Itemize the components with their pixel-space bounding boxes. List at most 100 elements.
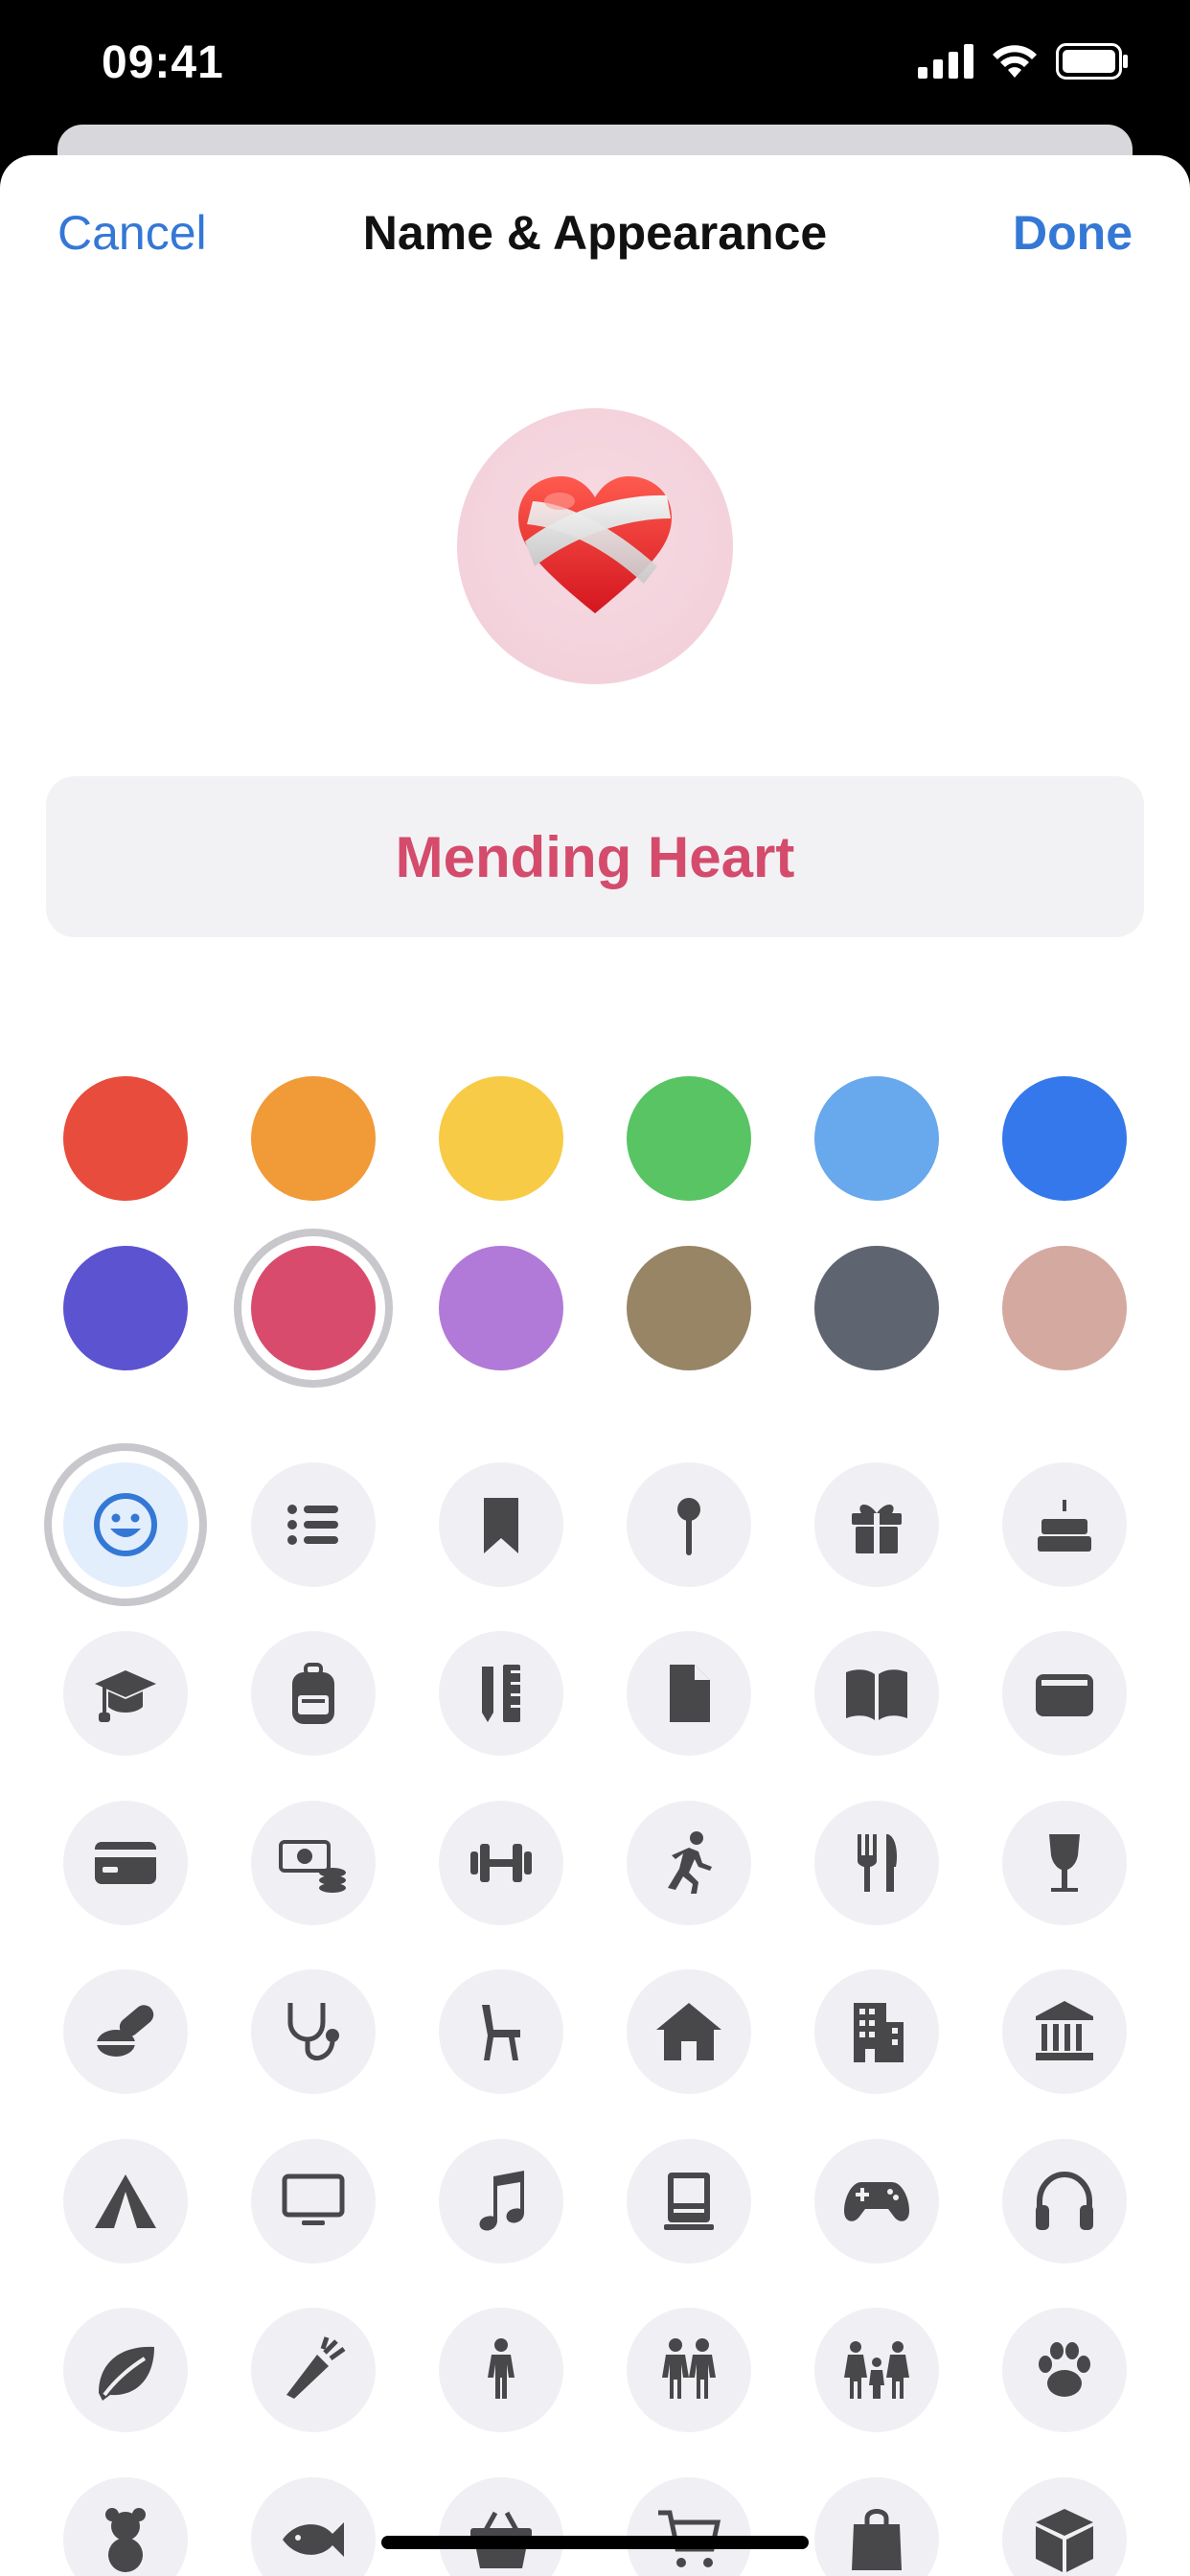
page-title: Name & Appearance xyxy=(362,206,828,260)
bookmark-option[interactable] xyxy=(439,1462,563,1587)
document-option[interactable] xyxy=(627,1631,751,1756)
computer-option[interactable] xyxy=(627,2139,751,2264)
credit-card-icon xyxy=(95,1842,156,1884)
smiley-face-option[interactable] xyxy=(63,1462,188,1587)
list-name-text: Mending Heart xyxy=(395,824,795,889)
running-person-icon xyxy=(668,1831,712,1894)
carrot-icon xyxy=(286,2336,346,2399)
wallet-icon xyxy=(1036,1674,1093,1716)
status-icons xyxy=(918,42,1129,80)
leaf-icon xyxy=(99,2346,154,2401)
tv-option[interactable] xyxy=(251,2139,376,2264)
dumbbell-icon xyxy=(470,1844,532,1882)
shopping-bag-icon xyxy=(852,2509,902,2570)
list-avatar xyxy=(457,408,733,684)
color-swatch[interactable] xyxy=(814,1076,939,1201)
pin-option[interactable] xyxy=(627,1462,751,1587)
paw-icon xyxy=(1039,2342,1090,2397)
birthday-cake-option[interactable] xyxy=(1002,1462,1127,1587)
list-name-field[interactable]: Mending Heart xyxy=(46,776,1144,937)
house-icon xyxy=(656,2003,721,2060)
fork-knife-option[interactable] xyxy=(814,1801,939,1925)
family-option[interactable] xyxy=(814,2308,939,2432)
pencil-ruler-icon xyxy=(482,1665,520,1722)
tent-option[interactable] xyxy=(63,2139,188,2264)
graduation-cap-icon xyxy=(95,1670,156,1722)
backpack-icon xyxy=(292,1663,334,1724)
chair-option[interactable] xyxy=(439,1969,563,2094)
music-note-option[interactable] xyxy=(439,2139,563,2264)
color-swatch[interactable] xyxy=(627,1076,751,1201)
pencil-ruler-option[interactable] xyxy=(439,1631,563,1756)
color-swatch[interactable] xyxy=(627,1246,751,1370)
cellular-signal-icon xyxy=(918,44,973,79)
fish-icon xyxy=(283,2522,344,2557)
color-swatch[interactable] xyxy=(1002,1076,1127,1201)
stethoscope-icon xyxy=(287,2003,339,2061)
battery-icon xyxy=(1056,43,1128,80)
mending-heart-emoji-icon xyxy=(518,476,672,613)
wine-glass-option[interactable] xyxy=(1002,1801,1127,1925)
fork-knife-icon xyxy=(858,1834,898,1892)
two-people-icon xyxy=(662,2338,716,2399)
headphones-icon xyxy=(1036,2171,1093,2230)
family-icon xyxy=(844,2341,909,2399)
carrot-option[interactable] xyxy=(251,2308,376,2432)
book-icon xyxy=(846,1669,907,1720)
money-icon xyxy=(279,1840,346,1893)
building-icon xyxy=(854,2003,904,2062)
color-swatch[interactable] xyxy=(814,1246,939,1370)
pills-option[interactable] xyxy=(63,1969,188,2094)
game-controller-icon xyxy=(844,2182,909,2221)
building-option[interactable] xyxy=(814,1969,939,2094)
smiley-face-icon xyxy=(94,1493,157,1556)
house-option[interactable] xyxy=(627,1969,751,2094)
color-swatch[interactable] xyxy=(251,1076,376,1201)
running-person-option[interactable] xyxy=(627,1801,751,1925)
teddy-bear-icon xyxy=(105,2508,146,2572)
graduation-cap-option[interactable] xyxy=(63,1631,188,1756)
box-icon xyxy=(1036,2509,1093,2572)
tent-icon xyxy=(95,2174,156,2228)
money-option[interactable] xyxy=(251,1801,376,1925)
wine-glass-icon xyxy=(1049,1834,1080,1892)
credit-card-option[interactable] xyxy=(63,1801,188,1925)
home-indicator xyxy=(381,2536,809,2549)
birthday-cake-icon xyxy=(1038,1500,1091,1552)
music-note-icon xyxy=(479,2171,524,2231)
wifi-icon xyxy=(993,45,1037,78)
color-swatch[interactable] xyxy=(251,1246,376,1370)
game-controller-option[interactable] xyxy=(814,2139,939,2264)
pin-icon xyxy=(677,1498,700,1555)
backpack-option[interactable] xyxy=(251,1631,376,1756)
gift-icon xyxy=(852,1504,902,1553)
done-button[interactable]: Done xyxy=(1013,205,1133,261)
color-swatch[interactable] xyxy=(439,1246,563,1370)
list-option[interactable] xyxy=(251,1462,376,1587)
dumbbell-option[interactable] xyxy=(439,1801,563,1925)
bank-icon xyxy=(1036,2001,1093,2060)
color-swatch[interactable] xyxy=(1002,1246,1127,1370)
status-bar: 09:41 xyxy=(0,0,1190,125)
bookmark-icon xyxy=(484,1498,518,1553)
pills-icon xyxy=(97,2005,154,2057)
person-icon xyxy=(488,2338,515,2399)
wallet-option[interactable] xyxy=(1002,1631,1127,1756)
status-time: 09:41 xyxy=(102,37,224,88)
computer-icon xyxy=(664,2173,714,2230)
gift-option[interactable] xyxy=(814,1462,939,1587)
tv-icon xyxy=(282,2174,345,2225)
two-people-option[interactable] xyxy=(627,2308,751,2432)
color-swatch[interactable] xyxy=(439,1076,563,1201)
stethoscope-option[interactable] xyxy=(251,1969,376,2094)
document-icon xyxy=(670,1665,710,1722)
paw-option[interactable] xyxy=(1002,2308,1127,2432)
color-swatch[interactable] xyxy=(63,1076,188,1201)
person-option[interactable] xyxy=(439,2308,563,2432)
book-option[interactable] xyxy=(814,1631,939,1756)
chair-icon xyxy=(482,2005,520,2060)
color-swatch[interactable] xyxy=(63,1246,188,1370)
bank-option[interactable] xyxy=(1002,1969,1127,2094)
leaf-option[interactable] xyxy=(63,2308,188,2432)
headphones-option[interactable] xyxy=(1002,2139,1127,2264)
